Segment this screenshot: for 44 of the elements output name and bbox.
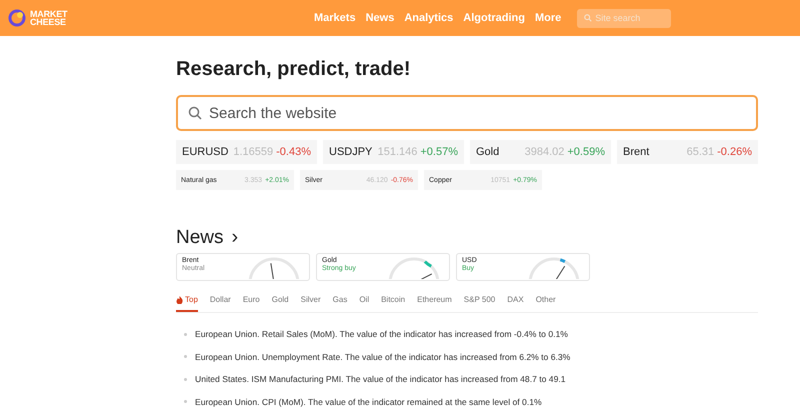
quote-change: +0.59%	[567, 146, 605, 158]
quote-card[interactable]: Gold 3984.02 +0.59%	[470, 140, 611, 164]
gauge-track	[528, 258, 580, 279]
search-field[interactable]: Search the website	[176, 95, 758, 131]
quote-card[interactable]: Brent 65.31 -0.26%	[617, 140, 758, 164]
quote-change: -0.43%	[276, 146, 311, 158]
logo-icon	[8, 9, 26, 27]
chevron-icon[interactable]: ›	[232, 226, 238, 249]
flame-icon	[176, 296, 183, 304]
quote-name: Gold	[476, 146, 500, 158]
quote-name: USDJPY	[329, 146, 374, 158]
category-tab[interactable]: Euro	[242, 293, 260, 312]
category-tab[interactable]: Ethereum	[417, 293, 452, 312]
quote-card[interactable]: USDJPY 151.146 +0.57%	[323, 140, 464, 164]
section-heading[interactable]: News	[176, 226, 224, 248]
category-tab[interactable]: Top	[176, 293, 198, 312]
quote-price: 1.16559	[233, 146, 274, 158]
category-tab[interactable]: DAX	[507, 293, 524, 312]
quote-price: 3984.02	[524, 146, 564, 158]
quote-name: EURUSD	[182, 146, 230, 158]
search-icon	[188, 106, 202, 120]
search-icon	[584, 14, 592, 22]
quote-change: -0.26%	[717, 146, 752, 158]
category-tab[interactable]: Bitcoin	[381, 293, 406, 312]
gauge-track	[388, 258, 440, 279]
quote-price: 151.146	[378, 146, 418, 158]
quote-price: 65.31	[686, 146, 714, 158]
quote-card[interactable]: EURUSD 1.16559 -0.43%	[176, 140, 317, 164]
category-tab[interactable]: Silver	[300, 293, 321, 312]
site-search-field[interactable]: Site search	[577, 8, 672, 28]
category-tab[interactable]: Other	[536, 293, 556, 312]
category-tab[interactable]: Gas	[332, 293, 348, 312]
category-tab[interactable]: S&P 500	[464, 293, 496, 312]
gauge-track	[248, 258, 300, 279]
category-tab[interactable]: Gold	[272, 293, 289, 312]
news-link[interactable]: European Union. CPI (MoM). The value of the indicator remained at the same level of 0.1%	[195, 396, 542, 407]
category-tab[interactable]: Dollar	[210, 293, 231, 312]
category-tab[interactable]: Oil	[359, 293, 370, 312]
news-link[interactable]: European Union. Unemployment Rate. The value of the indicator has increased from 6.2% to 6.3%	[195, 352, 570, 362]
news-link[interactable]: United States. ISM Manufacturing PMI. The value of the indicator has increased from 48.7 to 49.1	[195, 374, 566, 384]
quote-change: +0.57%	[420, 146, 458, 158]
news-link[interactable]: European Union. Retail Sales (MoM). The value of the indicator has increased from -0.4% to 0.1%	[195, 329, 568, 340]
quote-name: Brent	[623, 146, 650, 158]
page-heading: Research, predict, trade!	[176, 58, 412, 81]
